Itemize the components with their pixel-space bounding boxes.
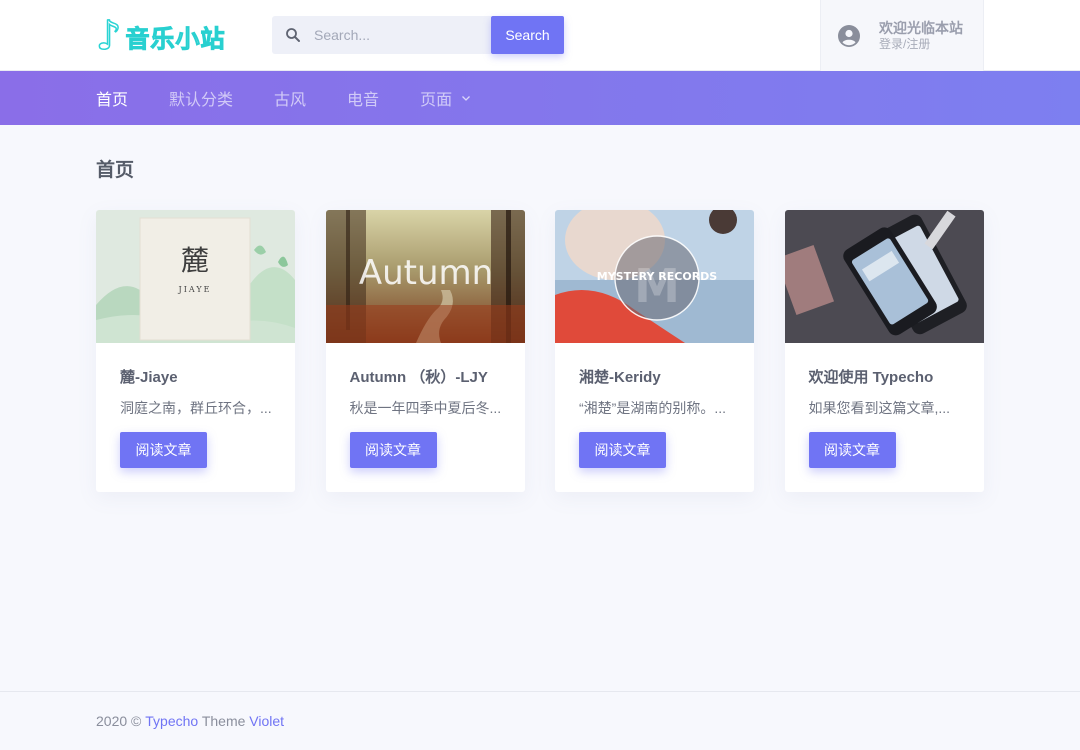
- search-placeholder: Search...: [314, 27, 371, 43]
- thumb-letter: M: [634, 259, 680, 313]
- search-icon: [286, 28, 300, 42]
- thumb-subtitle-text: JIAYE: [178, 285, 212, 294]
- page-title: 首页: [96, 160, 135, 181]
- post-thumbnail[interactable]: M MYSTERY RECORDS: [555, 210, 754, 343]
- search-button[interactable]: Search: [491, 16, 564, 54]
- post-title[interactable]: 湘楚-Keridy: [579, 366, 661, 387]
- post-excerpt: 洞庭之南，群丘环合，...: [120, 400, 272, 416]
- footer-copyright: 2020 ©: [96, 713, 146, 729]
- login-register-link[interactable]: 登录/注册: [879, 37, 963, 52]
- read-article-button[interactable]: 阅读文章: [579, 432, 666, 468]
- read-article-button[interactable]: 阅读文章: [120, 432, 207, 468]
- post-title[interactable]: 欢迎使用 Typecho: [809, 366, 934, 387]
- read-article-button[interactable]: 阅读文章: [808, 432, 896, 468]
- search-input[interactable]: Search...: [272, 16, 491, 54]
- post-thumbnail[interactable]: [784, 210, 984, 343]
- user-avatar-icon: [838, 24, 860, 47]
- post-excerpt: “湘楚”是湖南的别称。...: [579, 400, 726, 416]
- user-welcome-text: 欢迎光临本站: [879, 19, 963, 36]
- post-card: 麓 JIAYE 麓-Jiaye 洞庭之南，群丘环合，... 阅读文章: [96, 210, 295, 492]
- nav-item-home[interactable]: 首页: [96, 86, 128, 110]
- post-card: Autumn Autumn （秋）-LJY 秋是一年四季中夏后冬... 阅读文章: [325, 210, 525, 492]
- main-nav: 首页 默认分类 古风 电音 页面: [0, 71, 1080, 125]
- music-note-icon: ♪: [95, 13, 122, 59]
- post-title[interactable]: 麓-Jiaye: [120, 366, 178, 387]
- read-article-button[interactable]: 阅读文章: [349, 432, 437, 468]
- violet-link[interactable]: Violet: [249, 713, 284, 729]
- post-excerpt: 秋是一年四季中夏后冬...: [349, 400, 502, 416]
- logo-text: 音乐小站: [125, 25, 226, 53]
- nav-item-electronic[interactable]: 电音: [347, 86, 379, 110]
- thumb-title-text: MYSTERY RECORDS: [597, 270, 718, 283]
- chevron-down-icon: [462, 96, 471, 101]
- post-excerpt: 如果您看到这篇文章,...: [808, 400, 951, 416]
- nav-item-pages[interactable]: 页面: [420, 86, 471, 110]
- thumb-title-text: Autumn: [358, 253, 492, 293]
- nav-item-gufeng[interactable]: 古风: [274, 86, 306, 110]
- search-form: Search... Search: [272, 16, 564, 54]
- nav-item-default-category[interactable]: 默认分类: [169, 86, 233, 110]
- user-panel[interactable]: 欢迎光临本站 登录/注册: [820, 0, 984, 71]
- site-header: ♪ 音乐小站 Search... Search 欢迎光临本站 登录/注册: [0, 0, 1080, 71]
- post-title[interactable]: Autumn （秋）-LJY: [350, 366, 488, 387]
- footer-theme-text: Theme: [198, 713, 250, 729]
- typecho-link[interactable]: Typecho: [145, 713, 198, 729]
- post-list: 麓 JIAYE 麓-Jiaye 洞庭之南，群丘环合，... 阅读文章 Autum…: [96, 210, 984, 492]
- post-thumbnail[interactable]: 麓 JIAYE: [96, 210, 295, 343]
- post-card: 欢迎使用 Typecho 如果您看到这篇文章,... 阅读文章: [784, 210, 984, 492]
- post-thumbnail[interactable]: Autumn: [325, 210, 525, 343]
- site-footer: 2020 © Typecho Theme Violet: [0, 691, 1080, 750]
- thumb-title-text: 麓: [181, 244, 209, 277]
- post-card: M MYSTERY RECORDS 湘楚-Keridy “湘楚”是湖南的别称。.…: [555, 210, 754, 492]
- site-logo[interactable]: ♪ 音乐小站: [95, 13, 226, 59]
